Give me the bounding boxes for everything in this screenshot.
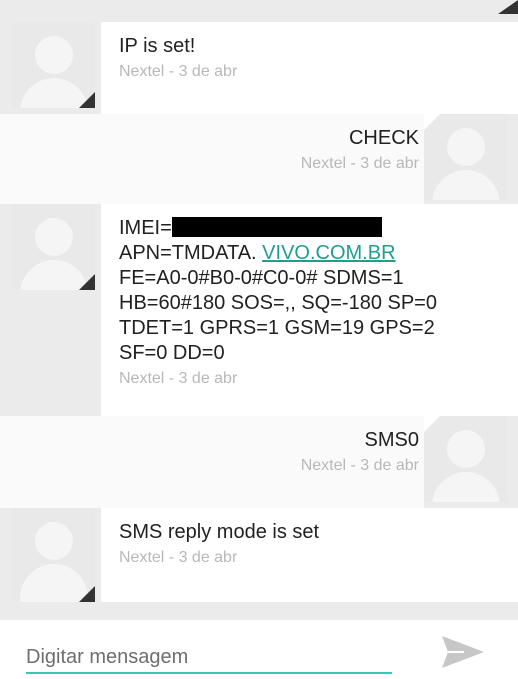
- message-meta: Nextel - 3 de abr: [119, 370, 238, 387]
- contact-avatar-icon: [424, 114, 507, 200]
- message-text: IP is set!: [119, 35, 196, 57]
- message-bubble[interactable]: CHECK Nextel - 3 de abr: [0, 114, 424, 204]
- message-meta: Nextel - 3 de abr: [119, 63, 238, 80]
- message-bubble[interactable]: IMEI= APN=TMDATA. VIVO.COM.BR FE=A0-0#B0…: [101, 204, 518, 416]
- contact-avatar-icon: [12, 22, 95, 108]
- message-item-incoming[interactable]: IP is set! Nextel - 3 de abr: [0, 22, 518, 114]
- apn-link[interactable]: VIVO.COM.BR: [262, 242, 395, 264]
- message-bubble[interactable]: IP is set! Nextel - 3 de abr: [101, 22, 518, 114]
- redacted-block: [171, 217, 382, 237]
- message-item-incoming[interactable]: SMS reply mode is set Nextel - 3 de abr: [0, 508, 518, 602]
- message-text: SMS reply mode is set: [119, 521, 320, 543]
- sms-conversation-screen: IP is set! Nextel - 3 de abr CHECK Nexte…: [0, 0, 518, 679]
- send-icon[interactable]: [440, 634, 486, 670]
- message-thread[interactable]: IP is set! Nextel - 3 de abr CHECK Nexte…: [0, 0, 518, 620]
- message-bubble[interactable]: SMS reply mode is set Nextel - 3 de abr: [101, 508, 518, 602]
- contact-avatar-icon: [12, 508, 95, 602]
- message-text: IMEI= APN=TMDATA. VIVO.COM.BR FE=A0-0#B0…: [119, 216, 506, 366]
- message-meta: Nextel - 3 de abr: [300, 155, 419, 172]
- message-text: CHECK: [348, 127, 419, 149]
- message-meta: Nextel - 3 de abr: [119, 549, 238, 566]
- message-text: SMS0: [364, 429, 419, 451]
- imei-label: IMEI=: [119, 217, 172, 239]
- message-composer: [0, 620, 518, 679]
- contact-avatar-icon: [424, 416, 507, 502]
- message-input[interactable]: [26, 642, 392, 674]
- previous-bubble-corner: [498, 0, 518, 14]
- message-body-rest: FE=A0-0#B0-0#C0-0# SDMS=1 HB=60#180 SOS=…: [119, 267, 437, 364]
- message-item-incoming[interactable]: IMEI= APN=TMDATA. VIVO.COM.BR FE=A0-0#B0…: [0, 204, 518, 416]
- message-meta: Nextel - 3 de abr: [300, 457, 419, 474]
- message-item-outgoing[interactable]: CHECK Nextel - 3 de abr: [0, 114, 518, 204]
- contact-avatar-icon: [12, 204, 95, 290]
- message-item-outgoing[interactable]: SMS0 Nextel - 3 de abr: [0, 416, 518, 508]
- message-bubble[interactable]: SMS0 Nextel - 3 de abr: [0, 416, 424, 508]
- apn-prefix: APN=TMDATA.: [119, 242, 263, 264]
